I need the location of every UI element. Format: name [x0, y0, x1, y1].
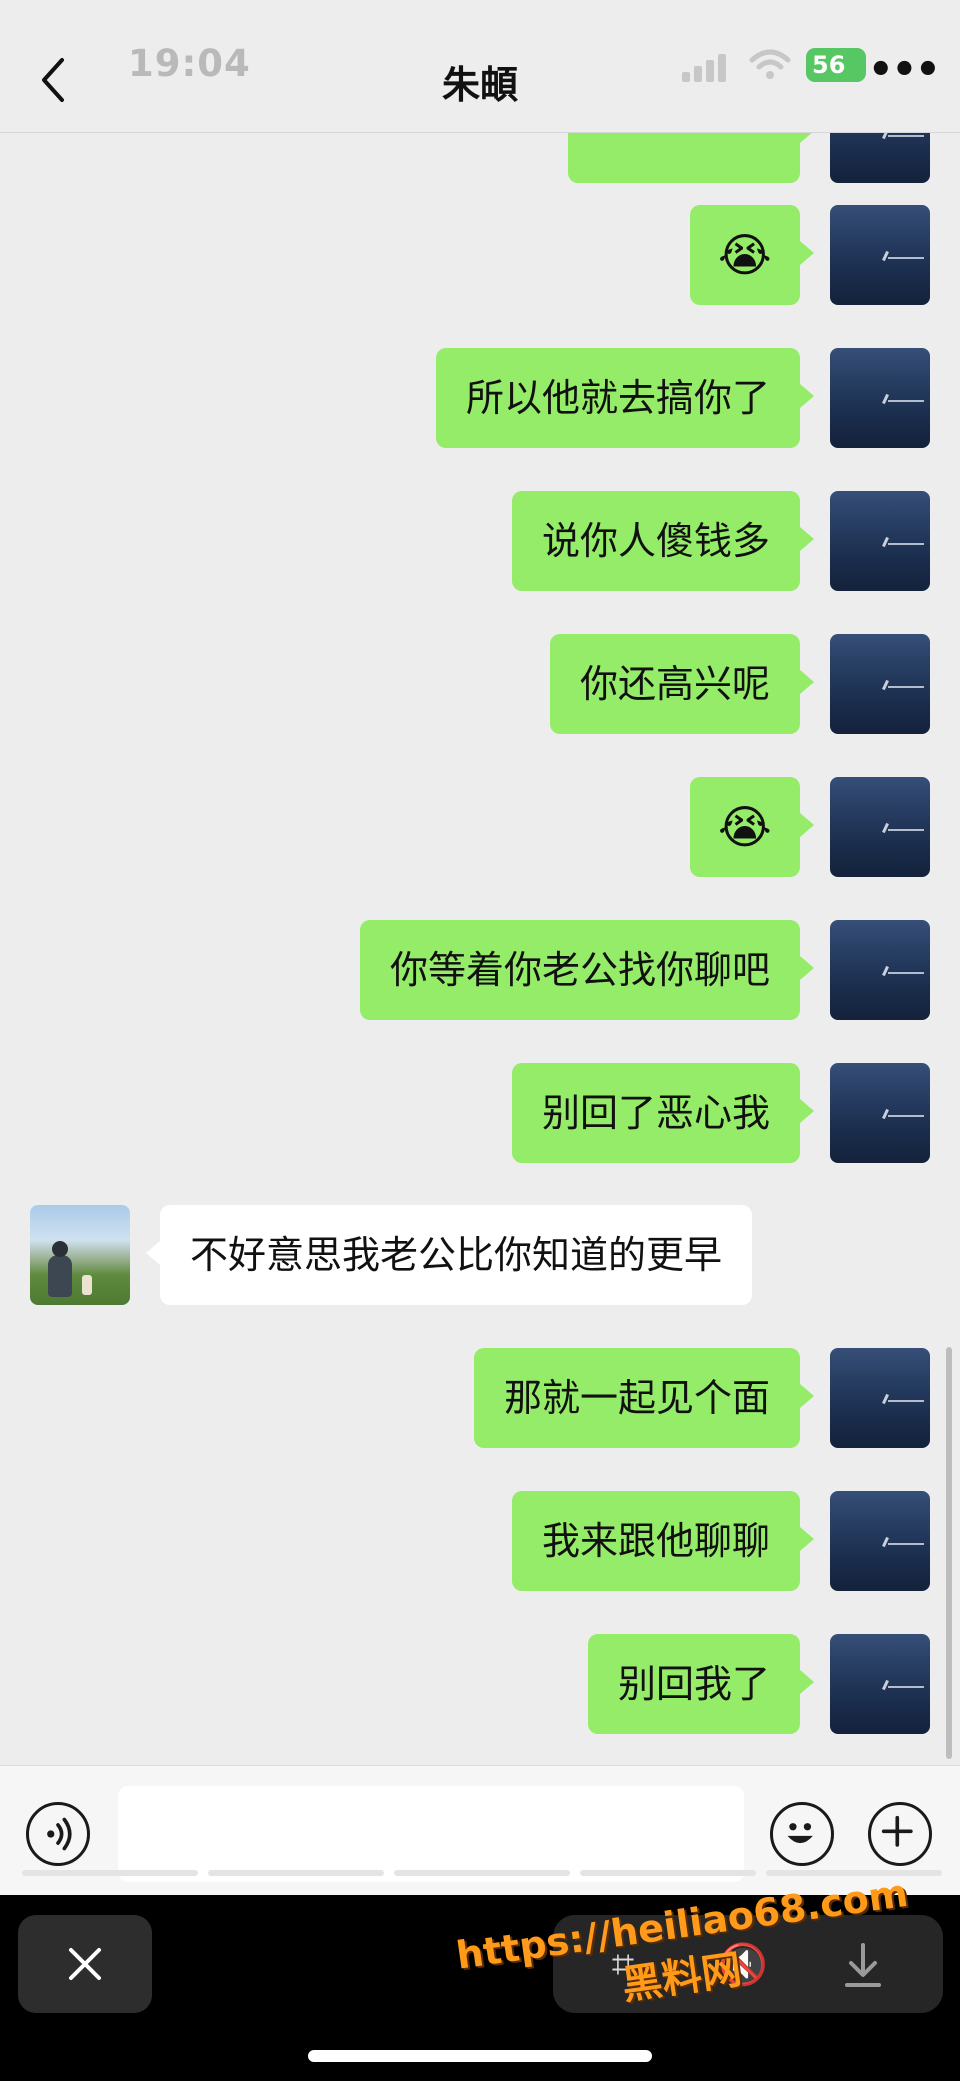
message-row: 😭	[0, 205, 960, 305]
close-button[interactable]	[18, 1915, 152, 2013]
my-avatar[interactable]	[830, 205, 930, 305]
outgoing-bubble[interactable]: 别回了恶心我	[511, 1063, 815, 1163]
outgoing-bubble[interactable]: 别回我了	[587, 1634, 815, 1734]
contact-avatar[interactable]	[30, 1205, 130, 1305]
message-row: 你等着你老公找你聊吧	[0, 920, 960, 1020]
message-row: 说你人傻钱多	[0, 491, 960, 591]
outgoing-bubble[interactable]: 你等着你老公找你聊吧	[359, 920, 815, 1020]
message-row: 别回了恶心我	[0, 1063, 960, 1163]
outgoing-bubble[interactable]: 你还高兴呢	[549, 634, 815, 734]
message-row: 别回我了	[0, 1634, 960, 1734]
segment-divider	[208, 1870, 384, 1876]
battery-indicator: 56	[806, 48, 866, 82]
message-list[interactable]: 😭 所以他就去搞你了 说你人傻钱多 你还高兴呢 😭 你等着你老公找你聊吧 别回了…	[0, 133, 960, 1765]
my-avatar[interactable]	[830, 1348, 930, 1448]
emoji-icon[interactable]	[770, 1802, 834, 1866]
wifi-icon	[749, 49, 791, 79]
outgoing-bubble[interactable]	[568, 133, 814, 183]
my-avatar[interactable]	[830, 1634, 930, 1734]
message-row: 所以他就去搞你了	[0, 348, 960, 448]
close-icon	[69, 1948, 101, 1980]
plus-icon[interactable]	[868, 1802, 932, 1866]
my-avatar[interactable]	[830, 634, 930, 734]
outgoing-bubble[interactable]: 我来跟他聊聊	[511, 1491, 815, 1591]
my-avatar[interactable]	[830, 133, 930, 183]
message-row: 那就一起见个面	[0, 1348, 960, 1448]
outgoing-bubble[interactable]: 所以他就去搞你了	[435, 348, 815, 448]
message-row: 不好意思我老公比你知道的更早	[0, 1205, 960, 1305]
my-avatar[interactable]	[830, 1063, 930, 1163]
incoming-bubble[interactable]: 不好意思我老公比你知道的更早	[145, 1205, 753, 1305]
my-avatar[interactable]	[830, 348, 930, 448]
chat-header: 19:04 朱頔 56 •••	[0, 0, 960, 133]
message-input[interactable]	[118, 1786, 744, 1882]
message-row: 我来跟他聊聊	[0, 1491, 960, 1591]
voice-icon[interactable]	[26, 1802, 90, 1866]
signal-icon	[682, 54, 726, 82]
message-row: 你还高兴呢	[0, 634, 960, 734]
outgoing-bubble[interactable]: 😭	[690, 205, 814, 305]
my-avatar[interactable]	[830, 920, 930, 1020]
avatar-object	[82, 1275, 92, 1295]
more-icon[interactable]: •••	[868, 50, 941, 90]
outgoing-bubble[interactable]: 那就一起见个面	[473, 1348, 815, 1448]
message-row: 😭	[0, 777, 960, 877]
my-avatar[interactable]	[830, 491, 930, 591]
segment-divider	[394, 1870, 570, 1876]
my-avatar[interactable]	[830, 777, 930, 877]
outgoing-bubble[interactable]: 😭	[690, 777, 814, 877]
message-row	[0, 133, 960, 183]
chat-scrollbar[interactable]	[946, 1347, 952, 1759]
my-avatar[interactable]	[830, 1491, 930, 1591]
segment-divider	[22, 1870, 198, 1876]
segment-divider	[580, 1870, 756, 1876]
outgoing-bubble[interactable]: 说你人傻钱多	[511, 491, 815, 591]
avatar-figure	[48, 1241, 72, 1297]
